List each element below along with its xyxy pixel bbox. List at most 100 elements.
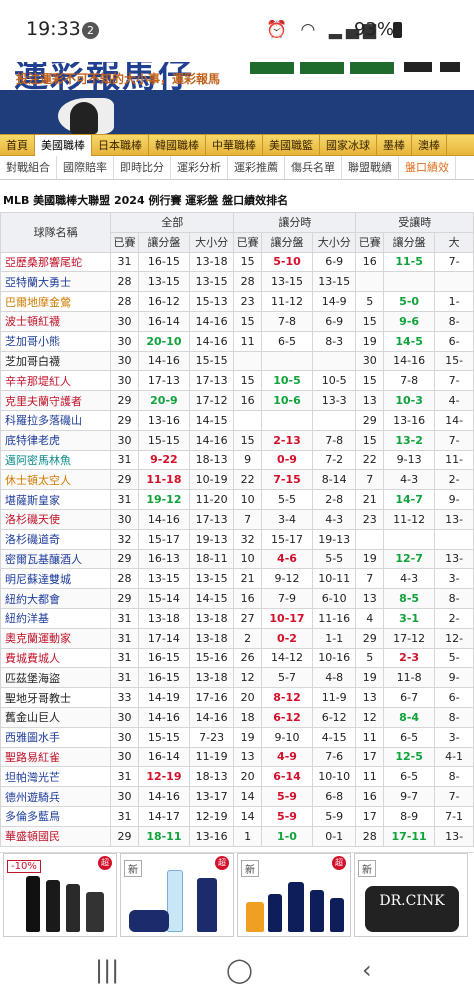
team-link[interactable]: 華盛頓國民: [0, 825, 112, 847]
table-cell: 9-6: [383, 310, 436, 332]
table-cell: 28: [110, 568, 139, 590]
table-cell: 13-18: [188, 251, 235, 273]
table-row: 密爾瓦基釀酒人 29 16-13 18-11 10 4-6 5-5 19 12-7 13-: [0, 548, 474, 570]
announcer-icon: [70, 102, 98, 134]
nav-tab[interactable]: 韓國職棒: [149, 135, 206, 156]
primary-nav: 首頁 美國職棒 日本職棒 韓國職棒 中華職棒 美國職籃 國家冰球 墨棒 澳棒: [0, 134, 474, 156]
performance-table: 球隊名稱 全部 讓分時 受讓時 已賽 讓分盤 大小分 已賽 讓分盤 大小分 已賽…: [0, 212, 474, 847]
team-link[interactable]: 紐約洋基: [0, 607, 112, 629]
table-cell: 13-15: [137, 568, 190, 590]
team-link[interactable]: 紐約大都會: [0, 588, 112, 609]
table-cell: 19: [355, 667, 385, 689]
nav-tab[interactable]: 首頁: [0, 135, 35, 156]
table-cell: 6-5: [260, 330, 314, 352]
team-link[interactable]: 聖路易紅雀: [0, 746, 112, 768]
table-cell: 13-15: [312, 271, 357, 293]
table-cell: 7-9: [260, 588, 314, 609]
team-link[interactable]: 匹茲堡海盜: [0, 667, 112, 689]
table-cell: 4-3: [383, 568, 436, 590]
table-cell: 13: [355, 588, 385, 609]
subnav-tab[interactable]: 國際賠率: [57, 156, 114, 179]
sub-header-total: 大小分: [312, 231, 357, 253]
table-cell: 12-19: [137, 766, 190, 788]
team-link[interactable]: 西雅圖水手: [0, 726, 112, 748]
team-link[interactable]: 坦帕灣光芒: [0, 766, 112, 788]
table-cell: 6-8: [312, 786, 357, 807]
table-cell: 19-12: [137, 489, 190, 510]
sub-header-total: 大: [434, 231, 474, 253]
table-cell: 12-19: [188, 805, 235, 827]
ad-tile[interactable]: 新 超: [237, 853, 351, 937]
table-cell: 14-16: [137, 786, 190, 807]
team-link[interactable]: 休士頓太空人: [0, 469, 112, 491]
table-cell: 6-9: [312, 251, 357, 273]
table-cell: [233, 350, 262, 372]
nav-tab[interactable]: 澳棒: [412, 135, 447, 156]
team-link[interactable]: 多倫多藍鳥: [0, 805, 112, 827]
nav-tab[interactable]: 國家冰球: [320, 135, 377, 156]
team-link[interactable]: 密爾瓦基釀酒人: [0, 548, 112, 570]
subnav-tab[interactable]: 對戰組合: [0, 156, 57, 179]
table-cell: 11: [355, 726, 385, 748]
table-cell: 10: [233, 489, 262, 510]
stats-table-container[interactable]: 球隊名稱 全部 讓分時 受讓時 已賽 讓分盤 大小分 已賽 讓分盤 大小分 已賽…: [0, 212, 474, 852]
team-link[interactable]: 科羅拉多落磯山: [0, 409, 112, 431]
nav-tab[interactable]: 美國職籃: [263, 135, 320, 156]
table-cell: 30: [110, 746, 139, 768]
team-link[interactable]: 洛杉磯天使: [0, 508, 112, 530]
team-link[interactable]: 克里夫蘭守護者: [0, 390, 112, 411]
sub-header-spread: 讓分盤: [260, 231, 314, 253]
table-cell: 31: [110, 489, 139, 510]
subnav-tab[interactable]: 即時比分: [114, 156, 171, 179]
table-cell: [233, 409, 262, 431]
table-cell: 10-16: [312, 647, 357, 669]
back-button[interactable]: ‹: [362, 956, 372, 984]
table-cell: [383, 528, 436, 550]
recent-apps-button[interactable]: |||: [95, 956, 119, 984]
subnav-tab[interactable]: 盤口績效: [399, 156, 456, 179]
team-link[interactable]: 邁阿密馬林魚: [0, 449, 112, 471]
nav-tab[interactable]: 墨棒: [377, 135, 412, 156]
team-link[interactable]: 巴爾地摩金鶯: [0, 291, 112, 312]
subnav-tab[interactable]: 聯盟戰績: [342, 156, 399, 179]
table-cell: 18-11: [188, 548, 235, 570]
subnav-tab[interactable]: 運彩分析: [171, 156, 228, 179]
table-cell: 10: [233, 548, 262, 570]
table-row: 芝加哥小熊 30 20-10 14-16 11 6-5 8-3 19 14-5 6-: [0, 330, 474, 352]
team-link[interactable]: 亞歷桑那響尾蛇: [0, 251, 112, 273]
table-row: 紐約洋基 31 13-18 13-18 27 10-17 11-16 4 3-1 2-: [0, 607, 474, 629]
subnav-tab[interactable]: 傷兵名單: [285, 156, 342, 179]
ad-tile[interactable]: 新 DR.CINK: [354, 853, 468, 937]
team-link[interactable]: 舊金山巨人: [0, 706, 112, 728]
team-link[interactable]: 堪薩斯皇家: [0, 489, 112, 510]
team-link[interactable]: 費城費城人: [0, 647, 112, 669]
home-button[interactable]: ◯: [226, 956, 253, 984]
team-link[interactable]: 德州遊騎兵: [0, 786, 112, 807]
team-link[interactable]: 芝加哥小熊: [0, 330, 112, 352]
table-cell: 20: [233, 687, 262, 708]
nav-tab[interactable]: 日本職棒: [92, 135, 149, 156]
table-cell: 6-7: [383, 687, 436, 708]
team-link[interactable]: 底特律老虎: [0, 429, 112, 451]
team-link[interactable]: 洛杉磯道奇: [0, 528, 112, 550]
team-link[interactable]: 奧克蘭運動家: [0, 627, 112, 649]
table-cell: 15: [233, 310, 262, 332]
ad-tile[interactable]: 新 超: [120, 853, 234, 937]
subnav-tab[interactable]: 運彩推薦: [228, 156, 285, 179]
table-cell: 21: [233, 568, 262, 590]
team-link[interactable]: 明尼蘇達雙城: [0, 568, 112, 590]
nav-tab[interactable]: 中華職棒: [206, 135, 263, 156]
table-cell: 8-12: [260, 687, 314, 708]
team-link[interactable]: 亞特蘭大勇士: [0, 271, 112, 293]
team-link[interactable]: 聖地牙哥教士: [0, 687, 112, 708]
table-cell: 3-4: [260, 508, 314, 530]
team-link[interactable]: 芝加哥白襪: [0, 350, 112, 372]
table-cell: 9-22: [137, 449, 190, 471]
table-cell: 13-: [434, 548, 474, 570]
team-link[interactable]: 波士頓紅襪: [0, 310, 112, 332]
team-link[interactable]: 辛辛那堤紅人: [0, 370, 112, 392]
table-cell: 8-4: [383, 706, 436, 728]
nav-tab[interactable]: 美國職棒: [35, 135, 92, 156]
site-banner[interactable]: 運彩報馬仔 投注運彩不可不知的大小事，運彩報馬: [0, 62, 474, 134]
ad-tile[interactable]: -10% 超: [3, 853, 117, 937]
